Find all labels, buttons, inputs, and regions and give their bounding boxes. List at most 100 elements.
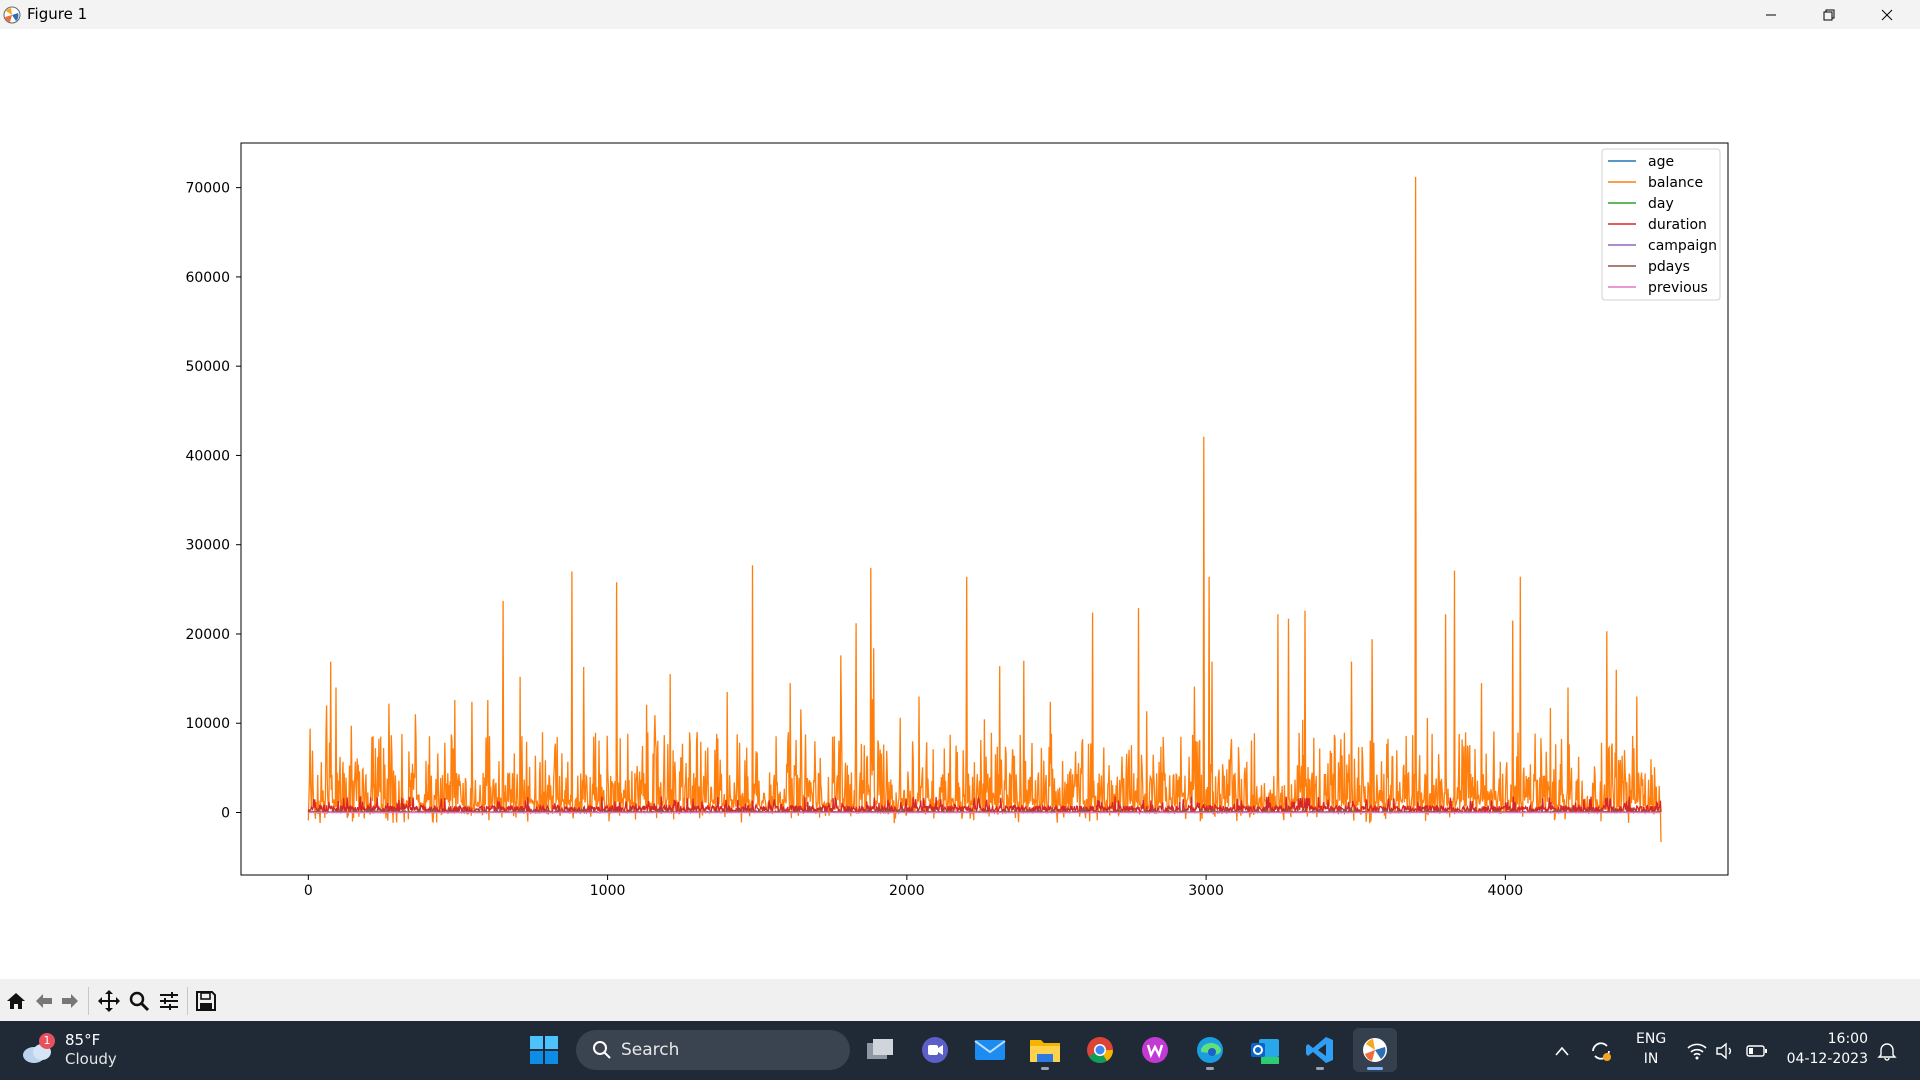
- clock-date: 04-12-2023: [1786, 1051, 1868, 1067]
- y-tick-label: 10000: [185, 716, 230, 732]
- configure-subplots-icon: [160, 992, 178, 1010]
- taskbar-app-outlook-new[interactable]: [1243, 1028, 1287, 1072]
- pan-button[interactable]: [96, 988, 122, 1014]
- notification-bell-icon: [1877, 1043, 1897, 1061]
- wps-office-icon: [1142, 1037, 1168, 1063]
- weather-temperature: 85°F: [65, 1031, 101, 1049]
- title-bar: Figure 1: [0, 0, 1920, 29]
- legend-label-balance: balance: [1648, 175, 1703, 191]
- taskbar-app-vscode[interactable]: [1298, 1028, 1342, 1072]
- legend-label-pdays: pdays: [1648, 259, 1690, 275]
- sync-icon: [1592, 1042, 1611, 1061]
- volume-button[interactable]: [1713, 1039, 1737, 1063]
- home-button[interactable]: [3, 988, 29, 1014]
- line-chart: 0 1000 2000 3000 400001000020000300004000050…: [185, 142, 1729, 899]
- x-tick-label: 0: [304, 883, 313, 899]
- mail-icon: [974, 1040, 1006, 1060]
- figure-canvas[interactable]: 0 1000 2000 3000 4000 0 10000 20000 30000 40000 50…: [0, 29, 1920, 979]
- task-view-icon: [867, 1039, 893, 1059]
- toolbar-separator: [187, 987, 188, 1015]
- windows-logo-icon: [530, 1036, 558, 1064]
- matplotlib-logo-icon: [3, 6, 21, 24]
- chevron-up-icon: [1555, 1046, 1569, 1056]
- legend-label-duration: duration: [1648, 217, 1707, 233]
- search-box[interactable]: Search: [576, 1030, 850, 1070]
- x-tick-label: 3000: [1188, 883, 1224, 899]
- legend-label-age: age: [1648, 154, 1674, 170]
- weather-condition: Cloudy: [65, 1050, 117, 1068]
- taskbar-app-file-explorer[interactable]: [1023, 1028, 1067, 1072]
- taskbar-app-wps-office[interactable]: [1133, 1028, 1177, 1072]
- restore-icon: [1823, 9, 1835, 20]
- legend-label-day: day: [1648, 196, 1674, 212]
- speaker-icon: [1716, 1042, 1731, 1060]
- running-indicator: [1206, 1067, 1214, 1070]
- matplotlib-figure-icon: [1363, 1038, 1387, 1062]
- minimize-icon: [1766, 14, 1776, 15]
- zoom-icon: [129, 991, 150, 1012]
- y-tick-label: 20000: [185, 627, 230, 643]
- start-button[interactable]: [522, 1028, 566, 1072]
- x-tick-label: 1000: [590, 883, 626, 899]
- taskbar-app-teams[interactable]: [913, 1028, 957, 1072]
- x-tick-label: 4000: [1488, 883, 1524, 899]
- edge-icon: [1197, 1037, 1223, 1063]
- input-language-indicator[interactable]: ENG IN: [1636, 1029, 1666, 1069]
- save-icon: [196, 991, 216, 1011]
- notification-badge: 1: [39, 1033, 55, 1049]
- running-indicator: [1041, 1067, 1049, 1070]
- battery-button[interactable]: [1745, 1039, 1769, 1063]
- file-explorer-icon: [1030, 1040, 1060, 1062]
- vscode-icon: [1306, 1037, 1333, 1063]
- close-button[interactable]: [1858, 0, 1916, 29]
- zoom-button[interactable]: [126, 988, 152, 1014]
- taskbar-app-task-view[interactable]: [858, 1028, 902, 1072]
- show-hidden-icons-button[interactable]: [1550, 1039, 1574, 1063]
- configure-subplots-button[interactable]: [156, 988, 182, 1014]
- clock-time: 16:00: [1827, 1031, 1868, 1047]
- series-line-balance: [307, 176, 1662, 843]
- chrome-icon: [1087, 1037, 1114, 1064]
- battery-icon: [1746, 1045, 1767, 1057]
- restore-button[interactable]: [1800, 0, 1858, 29]
- pan-icon: [98, 990, 120, 1012]
- navigation-toolbar: [0, 979, 1920, 1021]
- x-tick-label: 2000: [889, 883, 925, 899]
- close-icon: [1881, 9, 1893, 20]
- back-arrow-icon: [36, 994, 52, 1008]
- legend-label-campaign: campaign: [1648, 238, 1717, 254]
- taskbar-app-chrome[interactable]: [1078, 1028, 1122, 1072]
- taskbar-app-mail[interactable]: [968, 1028, 1012, 1072]
- legend-label-previous: previous: [1648, 280, 1708, 296]
- toolbar-separator: [88, 987, 89, 1015]
- taskbar: 1 85°F Cloudy Search ENG IN 16:00 04-12-…: [0, 1021, 1920, 1080]
- weather-widget[interactable]: 1 85°F Cloudy: [20, 1027, 170, 1073]
- outlook-new-icon: [1251, 1039, 1279, 1064]
- clock[interactable]: 16:00 04-12-2023: [1780, 1029, 1868, 1069]
- y-tick-label: 70000: [185, 181, 230, 197]
- y-tick-label: 30000: [185, 538, 230, 554]
- forward-button[interactable]: [57, 988, 83, 1014]
- notifications-button[interactable]: [1875, 1039, 1899, 1063]
- sync-status-button[interactable]: [1589, 1039, 1613, 1063]
- save-button[interactable]: [193, 988, 219, 1014]
- network-button[interactable]: [1685, 1039, 1709, 1063]
- teams-icon: [922, 1037, 948, 1063]
- y-tick-label: 40000: [185, 448, 230, 464]
- y-tick-label: 60000: [185, 270, 230, 286]
- running-indicator: [1316, 1067, 1324, 1070]
- y-tick-label: 50000: [185, 359, 230, 375]
- home-icon: [7, 993, 25, 1009]
- region-code: IN: [1643, 1051, 1659, 1067]
- taskbar-app-matplotlib-figure[interactable]: [1353, 1028, 1397, 1072]
- minimize-button[interactable]: [1742, 0, 1800, 29]
- active-indicator: [1367, 1067, 1383, 1070]
- language-code: ENG: [1636, 1031, 1667, 1047]
- search-label: Search: [621, 1040, 680, 1060]
- taskbar-app-edge[interactable]: [1188, 1028, 1232, 1072]
- window-title: Figure 1: [27, 5, 88, 23]
- search-icon: [593, 1041, 611, 1059]
- forward-arrow-icon: [62, 994, 78, 1008]
- back-button[interactable]: [31, 988, 57, 1014]
- wifi-icon: [1687, 1043, 1707, 1060]
